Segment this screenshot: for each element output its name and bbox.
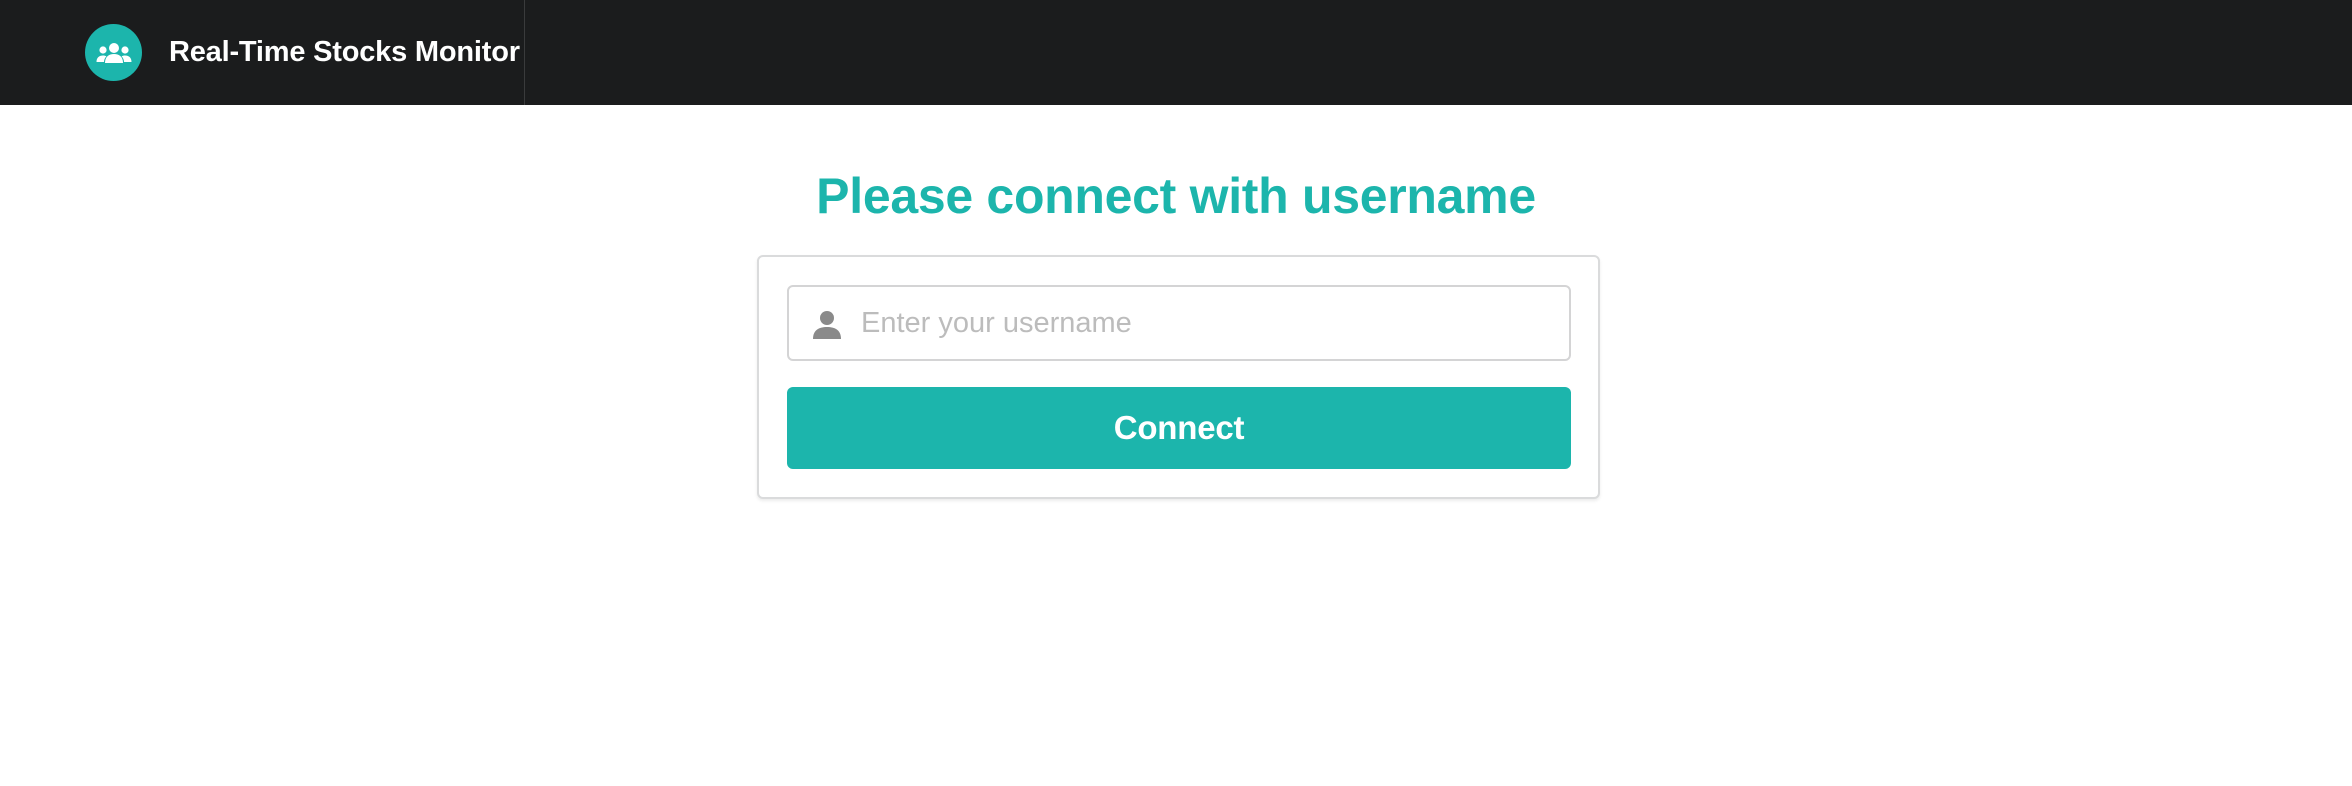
- users-icon: [85, 24, 142, 81]
- app-title: Real-Time Stocks Monitor: [169, 36, 520, 68]
- login-form: Connect: [757, 255, 1600, 499]
- username-field[interactable]: [787, 285, 1571, 361]
- user-icon: [811, 309, 843, 341]
- page-title: Please connect with username: [816, 168, 1536, 224]
- brand-header-item[interactable]: Real-Time Stocks Monitor: [0, 0, 525, 105]
- top-navbar: Real-Time Stocks Monitor: [0, 0, 2352, 105]
- connect-button[interactable]: Connect: [787, 387, 1571, 469]
- username-input[interactable]: [861, 287, 1561, 359]
